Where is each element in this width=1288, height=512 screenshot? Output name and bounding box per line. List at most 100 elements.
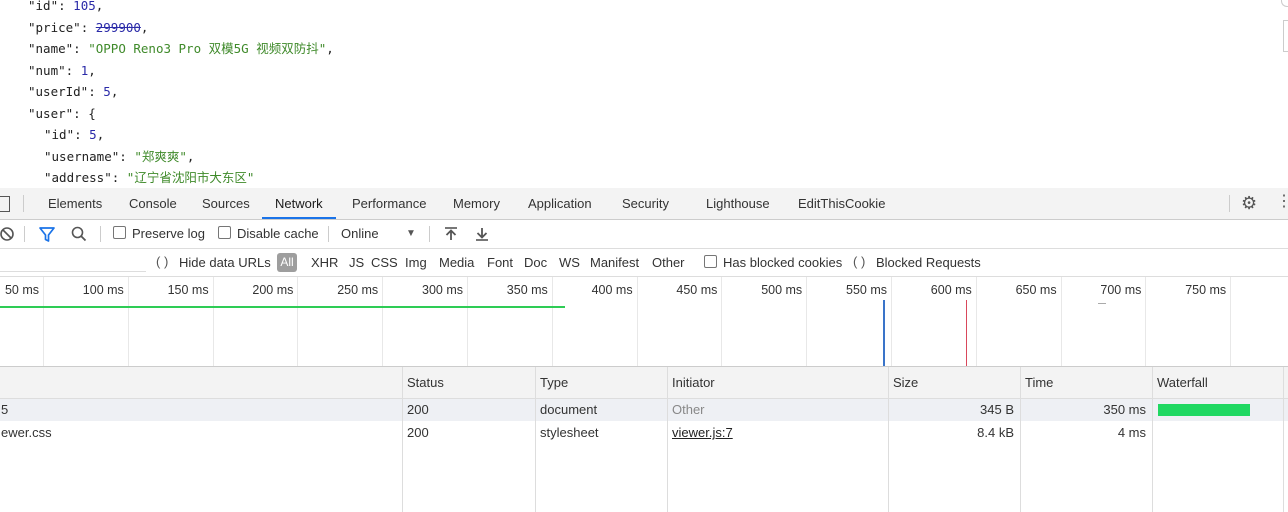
filter-manifest[interactable]: Manifest [590,249,639,276]
checkbox-box[interactable] [704,255,717,268]
tab-console[interactable]: Console [129,188,177,219]
grid-line [382,277,384,366]
header-initiator[interactable]: Initiator [672,367,715,398]
json-colon: : [111,170,127,185]
json-comma: , [95,0,104,13]
header-time[interactable]: Time [1025,367,1053,398]
json-line: "price": 299900, [28,19,148,37]
cell-type: stylesheet [540,425,599,440]
json-value: 5 [89,127,97,142]
scrollbar[interactable] [1283,20,1288,52]
json-comma: , [96,127,105,142]
cell-size: 345 B [980,402,1014,417]
preserve-log-checkbox[interactable]: Preserve log [113,220,205,248]
filter-js[interactable]: JS [349,249,364,276]
cell-name[interactable]: ewer.css [1,422,52,444]
disable-cache-label: Disable cache [237,226,319,241]
divider [429,226,430,242]
chevron-down-icon[interactable]: ▼ [406,220,416,248]
filter-all-button[interactable]: All [277,253,297,272]
hide-data-urls-checkbox[interactable]: ( ) [156,249,168,276]
filter-other[interactable]: Other [652,249,685,276]
cell-initiator-link[interactable]: viewer.js:7 [672,422,733,444]
time-tick-label: 100 ms [82,283,124,297]
filter-doc[interactable]: Doc [524,249,547,276]
tab-application[interactable]: Application [528,188,592,219]
blocked-requests-checkbox[interactable]: ( ) [853,249,865,276]
tab-editthiscookie[interactable]: EditThisCookie [798,188,885,219]
tab-security[interactable]: Security [622,188,669,219]
tab-memory[interactable]: Memory [453,188,500,219]
grid-line [636,277,638,366]
table-row[interactable]: 5 200 document Other 345 B 350 ms [0,399,1288,421]
tab-lighthouse[interactable]: Lighthouse [706,188,770,219]
checkbox-box[interactable] [113,226,126,239]
tab-performance[interactable]: Performance [352,188,426,219]
network-toolbar: Preserve log Disable cache Online ▼ [0,220,1288,249]
grid-line [127,277,129,366]
filter-icon[interactable] [38,220,56,248]
import-har-icon[interactable] [443,220,459,248]
export-har-icon[interactable] [474,220,490,248]
column-divider[interactable] [1283,367,1284,512]
grid-line [891,277,892,366]
cell-name[interactable]: 5 [1,399,8,421]
header-status[interactable]: Status [407,367,444,398]
more-options-icon[interactable]: ⋮ [1276,193,1288,211]
column-divider[interactable] [402,367,403,512]
tab-network[interactable]: Network [275,188,323,219]
has-blocked-cookies-label: Has blocked cookies [723,255,843,270]
column-divider[interactable] [1152,367,1153,512]
throttling-select[interactable]: Online [341,220,379,248]
json-line: "id": 5, [44,126,104,144]
json-key: "name" [28,41,74,56]
gear-icon[interactable]: ⚙ [1241,194,1257,212]
header-waterfall[interactable]: Waterfall [1157,367,1208,398]
json-line: "address": "辽宁省沈阳市大东区" [44,169,254,187]
json-comma: , [140,20,149,35]
disable-cache-checkbox[interactable]: Disable cache [218,220,319,248]
dock-side-icon[interactable] [0,196,10,212]
json-comma: , [326,41,334,56]
clear-icon[interactable] [0,220,16,248]
filter-media[interactable]: Media [439,249,474,276]
filter-font[interactable]: Font [487,249,513,276]
time-tick-label: 650 ms [1015,283,1057,297]
time-tick-label: 500 ms [761,283,803,297]
network-overview[interactable]: 50 ms 100 ms 150 ms 200 ms 250 ms 300 ms 350 m… [0,277,1288,367]
filter-input[interactable] [0,251,146,272]
column-divider[interactable] [535,367,536,512]
filter-css[interactable]: CSS [371,249,398,276]
json-comma: , [186,149,195,164]
time-tick-label: 50 ms [4,283,39,297]
time-tick-label: 250 ms [337,283,379,297]
time-tick-label: 700 ms [1100,283,1142,297]
column-divider[interactable] [888,367,889,512]
json-line: "id": 105, [28,0,103,15]
json-line: "user": { [28,105,96,123]
cell-time: 350 ms [1103,402,1146,417]
json-value: 299900 [95,20,141,35]
filter-img[interactable]: Img [405,249,427,276]
search-icon[interactable] [70,220,88,248]
table-row[interactable]: ewer.css 200 stylesheet viewer.js:7 8.4 … [0,422,1288,444]
filter-ws[interactable]: WS [559,249,580,276]
checkbox-box[interactable] [218,226,231,239]
header-size[interactable]: Size [893,367,918,398]
json-colon: : [73,106,89,121]
filter-xhr[interactable]: XHR [311,249,338,276]
divider [328,226,329,242]
cell-initiator: Other [672,402,705,417]
has-blocked-cookies-checkbox[interactable]: Has blocked cookies [704,249,842,276]
grid-line [297,277,299,366]
domcontentloaded-marker [882,300,885,366]
preserve-log-label: Preserve log [132,226,205,241]
tab-sources[interactable]: Sources [202,188,250,219]
column-divider[interactable] [667,367,668,512]
cell-time: 4 ms [1117,425,1146,440]
waterfall-bar [1158,404,1251,416]
column-divider[interactable] [1020,367,1021,512]
time-tick-label: 200 ms [252,283,294,297]
header-type[interactable]: Type [540,367,568,398]
tab-elements[interactable]: Elements [48,188,102,219]
